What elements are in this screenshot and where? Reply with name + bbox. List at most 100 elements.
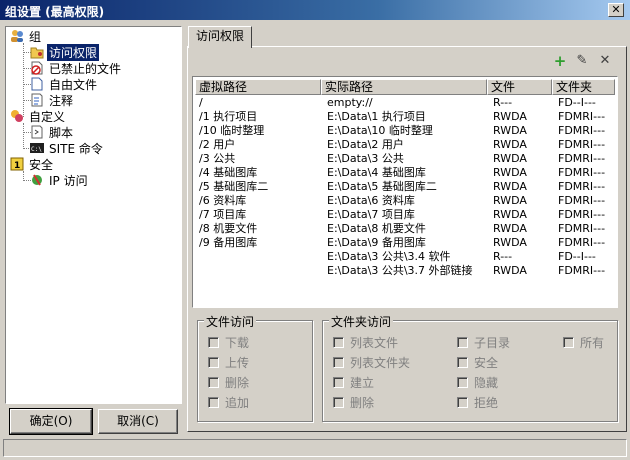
cell-file-perms: RWDA — [493, 138, 527, 151]
checkbox-subdirectory[interactable]: 子目录 — [457, 334, 510, 351]
tree-connector — [23, 123, 24, 149]
tree-connector — [23, 43, 24, 117]
checkbox-label: 拒绝 — [474, 396, 499, 410]
column-header-real-path[interactable]: 实际路径 — [321, 79, 487, 95]
cell-virtual-path: /7 项目库 — [199, 208, 247, 221]
column-header-folder[interactable]: 文件夹 — [552, 79, 615, 95]
cell-file-perms: RWDA — [493, 264, 527, 277]
delete-icon[interactable]: ✕ — [596, 52, 614, 70]
cell-file-perms: RWDA — [493, 110, 527, 123]
tree-item-label: 自由文件 — [49, 77, 98, 92]
tree-item-group[interactable]: 组 — [10, 28, 43, 44]
table-row[interactable]: /5 基础图库二 E:\Data\5 基础图库二 RWDA FDMRI--- — [193, 180, 615, 194]
tree-item-access-rights[interactable]: 访问权限 — [30, 43, 100, 61]
checkbox-append[interactable]: 追加 — [208, 394, 249, 411]
cell-file-perms: RWDA — [493, 194, 527, 207]
table-row[interactable]: E:\Data\3 公共\3.7 外部链接 RWDA FDMRI--- — [193, 264, 615, 278]
cell-real-path: E:\Data\6 资料库 — [327, 194, 415, 207]
edit-icon[interactable]: ✎ — [573, 52, 591, 70]
add-icon[interactable]: + — [551, 52, 569, 70]
cell-folder-perms: FDMRI--- — [558, 152, 606, 165]
cell-folder-perms: FD--I--- — [558, 96, 596, 109]
checkbox-label: 建立 — [350, 376, 375, 390]
tree-item-label: 安全 — [29, 157, 54, 172]
tree-item-script[interactable]: 脚本 — [30, 124, 75, 140]
ip-access-icon — [30, 173, 44, 187]
cell-virtual-path: /10 临时整理 — [199, 124, 265, 137]
cell-real-path: E:\Data\1 执行项目 — [327, 110, 426, 123]
checkbox-list-files[interactable]: 列表文件 — [333, 334, 398, 351]
table-row[interactable]: /10 临时整理 E:\Data\10 临时整理 RWDA FDMRI--- — [193, 124, 615, 138]
column-header-file[interactable]: 文件 — [487, 79, 552, 95]
table-row[interactable]: /3 公共 E:\Data\3 公共 RWDA FDMRI--- — [193, 152, 615, 166]
settings-tree[interactable]: 组 访问权限 已禁止的文件 自由文件 注释 自定义 脚本 C:\ SITE 命令 — [5, 26, 182, 404]
tree-item-custom[interactable]: 自定义 — [10, 108, 67, 124]
ok-button[interactable]: 确定(O) — [9, 408, 93, 435]
console-icon: C:\ — [30, 141, 44, 155]
table-row[interactable]: /7 项目库 E:\Data\7 项目库 RWDA FDMRI--- — [193, 208, 615, 222]
table-row[interactable]: /8 机要文件 E:\Data\8 机要文件 RWDA FDMRI--- — [193, 222, 615, 236]
cell-real-path: E:\Data\7 项目库 — [327, 208, 415, 221]
table-row[interactable]: /2 用户 E:\Data\2 用户 RWDA FDMRI--- — [193, 138, 615, 152]
cell-real-path: E:\Data\5 基础图库二 — [327, 180, 437, 193]
checkbox-list-folders[interactable]: 列表文件夹 — [333, 354, 410, 371]
table-row[interactable]: /6 资料库 E:\Data\6 资料库 RWDA FDMRI--- — [193, 194, 615, 208]
cell-real-path: E:\Data\8 机要文件 — [327, 222, 426, 235]
script-icon — [30, 125, 44, 139]
cell-file-perms: RWDA — [493, 208, 527, 221]
checkbox-label: 列表文件 — [350, 336, 399, 350]
tree-item-security[interactable]: 1 安全 — [10, 156, 55, 172]
cell-virtual-path: /9 备用图库 — [199, 236, 258, 249]
cell-real-path: E:\Data\3 公共\3.4 软件 — [327, 250, 451, 263]
checkbox-label: 删除 — [350, 396, 375, 410]
table-row[interactable]: / empty:// R--- FD--I--- — [193, 96, 615, 110]
tree-item-label: IP 访问 — [49, 173, 88, 188]
checkbox-label: 上传 — [225, 356, 250, 370]
cell-real-path: E:\Data\9 备用图库 — [327, 236, 426, 249]
file-icon — [30, 77, 44, 91]
table-row[interactable]: /4 基础图库 E:\Data\4 基础图库 RWDA FDMRI--- — [193, 166, 615, 180]
table-row[interactable]: E:\Data\3 公共\3.4 软件 R--- FD--I--- — [193, 250, 615, 264]
column-header-virtual-path[interactable]: 虚拟路径 — [195, 79, 321, 95]
checkbox-security[interactable]: 安全 — [457, 354, 498, 371]
custom-icon — [10, 109, 24, 123]
checkbox-deny[interactable]: 拒绝 — [457, 394, 498, 411]
cell-virtual-path: /8 机要文件 — [199, 222, 258, 235]
cell-file-perms: RWDA — [493, 236, 527, 249]
checkbox-label: 列表文件夹 — [350, 356, 411, 370]
checkbox-hidden[interactable]: 隐藏 — [457, 374, 498, 391]
table-row[interactable]: /1 执行项目 E:\Data\1 执行项目 RWDA FDMRI--- — [193, 110, 615, 124]
table-row[interactable]: /9 备用图库 E:\Data\9 备用图库 RWDA FDMRI--- — [193, 236, 615, 250]
users-icon — [10, 29, 24, 43]
cell-file-perms: RWDA — [493, 152, 527, 165]
checkbox-download[interactable]: 下载 — [208, 334, 249, 351]
tree-item-notes[interactable]: 注释 — [30, 92, 75, 108]
tree-item-label: 访问权限 — [47, 43, 100, 61]
cell-real-path: E:\Data\4 基础图库 — [327, 166, 426, 179]
tree-item-free-files[interactable]: 自由文件 — [30, 76, 99, 92]
tree-item-label: 脚本 — [49, 125, 74, 140]
tree-item-site-command[interactable]: C:\ SITE 命令 — [30, 140, 105, 156]
cell-virtual-path: /3 公共 — [199, 152, 236, 165]
cell-folder-perms: FDMRI--- — [558, 166, 606, 179]
cell-folder-perms: FDMRI--- — [558, 194, 606, 207]
tree-item-ip-access[interactable]: IP 访问 — [30, 172, 90, 188]
tab-access-rights[interactable]: 访问权限 — [188, 26, 252, 48]
checkbox-label: 子目录 — [474, 336, 511, 350]
checkbox-upload[interactable]: 上传 — [208, 354, 249, 371]
checkbox-label: 隐藏 — [474, 376, 499, 390]
cell-file-perms: RWDA — [493, 166, 527, 179]
cell-folder-perms: FDMRI--- — [558, 124, 606, 137]
checkbox-create[interactable]: 建立 — [333, 374, 374, 391]
checkbox-delete-folder[interactable]: 删除 — [333, 394, 374, 411]
cell-real-path: E:\Data\2 用户 — [327, 138, 404, 151]
cell-virtual-path: / — [199, 96, 203, 109]
checkbox-all[interactable]: 所有 — [563, 334, 604, 351]
tree-item-forbidden-files[interactable]: 已禁止的文件 — [30, 60, 123, 76]
cancel-button[interactable]: 取消(C) — [98, 409, 178, 434]
tree-item-label: 自定义 — [29, 109, 66, 124]
cell-real-path: E:\Data\3 公共 — [327, 152, 404, 165]
access-rights-list[interactable]: 虚拟路径 实际路径 文件 文件夹 / empty://R--- FD--I--- /1… — [192, 76, 618, 308]
close-button[interactable]: ✕ — [608, 3, 624, 17]
checkbox-delete-file[interactable]: 删除 — [208, 374, 249, 391]
